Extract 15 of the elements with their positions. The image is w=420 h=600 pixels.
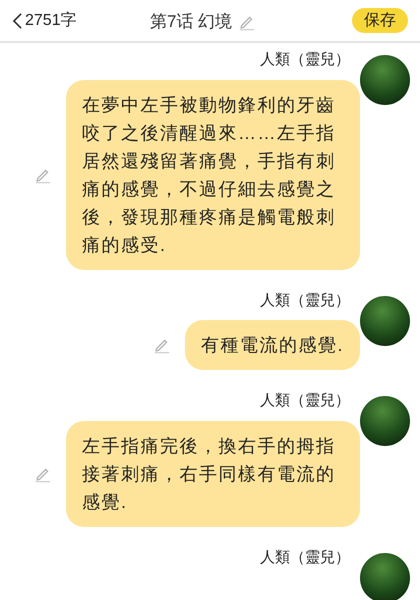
message-bubble: 在夢中左手被動物鋒利的牙齒咬了之後清醒過來……左手指居然還殘留著痛覺，手指有刺痛的感覺，不過仔細去感覺之後，發現那種疼痛是觸電般刺痛的感受. (66, 80, 360, 270)
save-button[interactable]: 保存 (352, 8, 408, 33)
back-icon (12, 12, 23, 30)
message-bubble: 有種電流的感覺. (184, 320, 360, 370)
chapter-title: 第7话 幻境 (150, 10, 232, 33)
avatar[interactable] (360, 296, 410, 346)
back-button[interactable]: 2751字 (12, 8, 77, 32)
author-name: 人類（靈兒） (260, 290, 350, 310)
author-name: 人類（靈兒） (260, 391, 350, 411)
message-bubble: 左手指痛完後，換右手的拇指接著刺痛，右手同樣有電流的感覺. (66, 420, 360, 526)
author-name: 人類（靈兒） (260, 548, 350, 568)
avatar[interactable] (360, 55, 410, 105)
avatar[interactable] (360, 396, 410, 446)
author-name: 人類（靈兒） (260, 50, 350, 70)
avatar[interactable] (360, 552, 410, 600)
